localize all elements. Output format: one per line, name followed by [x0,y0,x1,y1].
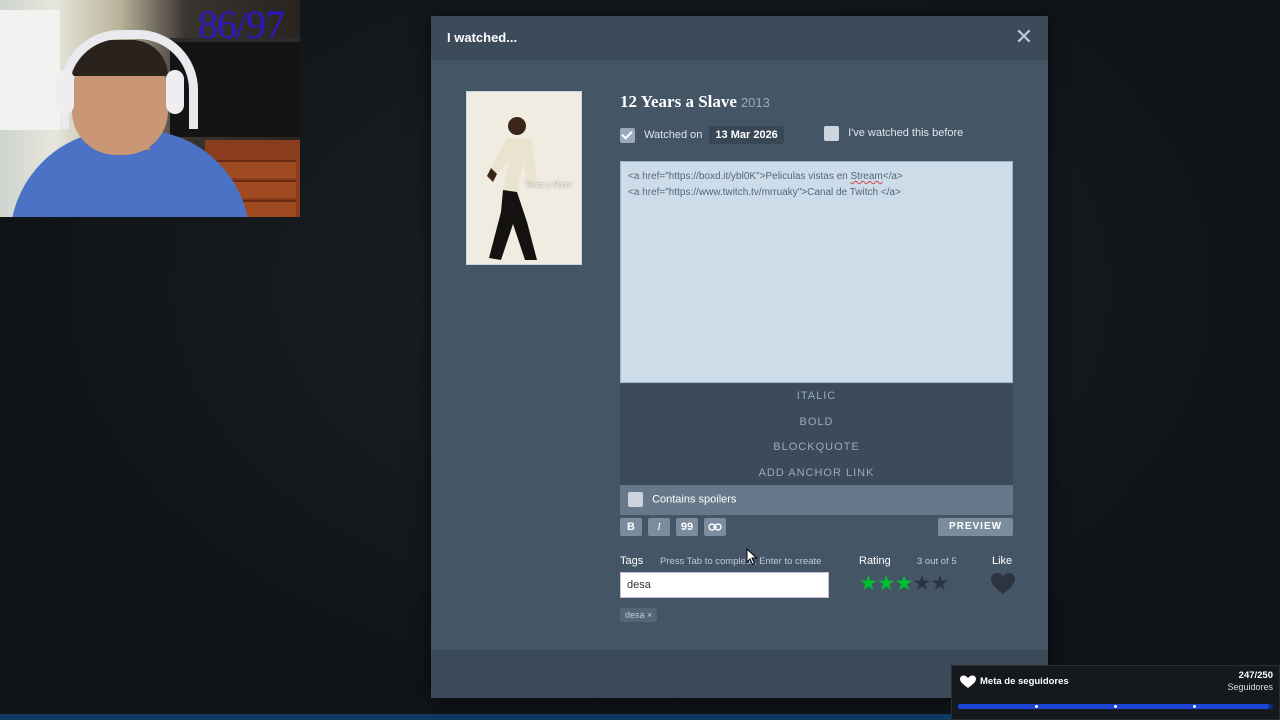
tag-chip[interactable]: desa × [620,608,658,622]
star-rating[interactable]: ★★★★★ [859,572,949,596]
film-title-text: 12 Years a Slave [620,92,737,111]
goal-marker [1114,705,1117,708]
heart-icon[interactable] [990,572,1016,596]
rewatch-row: I've watched this before [824,126,963,141]
goal-marker [1193,705,1196,708]
rewatch-checkbox[interactable] [824,126,839,141]
review-line: <a href="https://boxd.it/ybl0K">Pelicula… [628,169,1005,185]
modal-header: I watched... ✕ [431,16,1048,60]
link-button[interactable] [704,518,726,536]
rewatch-label: I've watched this before [848,127,964,140]
mouse-cursor-icon [746,548,758,566]
watched-on-row: Watched on 13 Mar 2026 [620,126,784,144]
film-poster: Years a Slave [466,91,582,265]
goal-marker [1035,705,1038,708]
spoilers-row: Contains spoilers [620,485,1013,515]
heart-logo-icon [960,675,976,688]
bold-button[interactable]: B [620,518,642,536]
webcam-ear-cup [166,70,184,114]
preview-button[interactable]: PREVIEW [938,518,1013,536]
tag-chip-label: desa [625,610,645,620]
remove-tag-icon[interactable]: × [647,610,652,620]
watched-on-checkbox[interactable] [620,127,635,143]
tags-hint: Press Tab to complete, Enter to create [660,556,822,567]
tags-label: Tags [620,555,644,567]
review-text: </a> [882,171,903,182]
close-icon[interactable]: ✕ [1012,26,1036,50]
log-film-modal: I watched... ✕ Years a Slave 12 Years a … [431,16,1048,698]
poster-title: Years a Slave [525,180,573,189]
link-icon [708,523,722,531]
star-icon[interactable]: ★ [930,572,949,595]
rating-value: 3 out of 5 [917,556,957,567]
review-text: <a href="https://boxd.it/ybl0K">Pelicula… [628,171,851,182]
review-textarea[interactable]: <a href="https://boxd.it/ybl0K">Pelicula… [620,161,1013,383]
goal-count: 247/250 [1238,670,1273,681]
tags-input[interactable] [620,572,829,598]
format-italic[interactable]: ITALIC [620,384,1013,410]
like-label: Like [992,555,1013,567]
editor-toolbar: B I 99 PREVIEW [620,518,1013,536]
film-year: 2013 [740,95,770,110]
modal-title: I watched... [447,30,518,45]
goal-label: Meta de seguidores [980,676,1069,687]
goal-progress-bar [958,704,1273,709]
quote-button[interactable]: 99 [676,518,698,536]
watched-on-label: Watched on [644,129,703,141]
goal-subtitle: Seguidores [1227,682,1273,692]
watched-date[interactable]: 13 Mar 2026 [709,126,784,144]
format-blockquote[interactable]: BLOCKQUOTE [620,435,1013,461]
spoilers-label: Contains spoilers [652,493,737,506]
webcam-counter: 86/97 [198,2,285,47]
rating-label: Rating [859,555,891,567]
format-bold[interactable]: BOLD [620,410,1013,436]
star-icon[interactable]: ★ [912,572,931,595]
review-line: <a href="https://www.twitch.tv/mrruaky">… [628,187,901,198]
star-icon[interactable]: ★ [859,572,878,595]
webcam-window [0,10,60,130]
format-anchor-link[interactable]: ADD ANCHOR LINK [620,461,1013,487]
spoilers-checkbox[interactable] [628,492,643,507]
review-misspelled-word: Stream [850,171,883,182]
webcam-ear-cup [56,70,74,114]
webcam-overlay: 86/97 [0,0,300,217]
italic-button[interactable]: I [648,518,670,536]
film-title: 12 Years a Slave 2013 [620,92,770,112]
format-menu: ITALIC BOLD BLOCKQUOTE ADD ANCHOR LINK [620,384,1013,485]
follower-goal-widget: Meta de seguidores 247/250 Seguidores [951,665,1280,720]
star-icon[interactable]: ★ [895,572,914,595]
star-icon[interactable]: ★ [877,572,896,595]
